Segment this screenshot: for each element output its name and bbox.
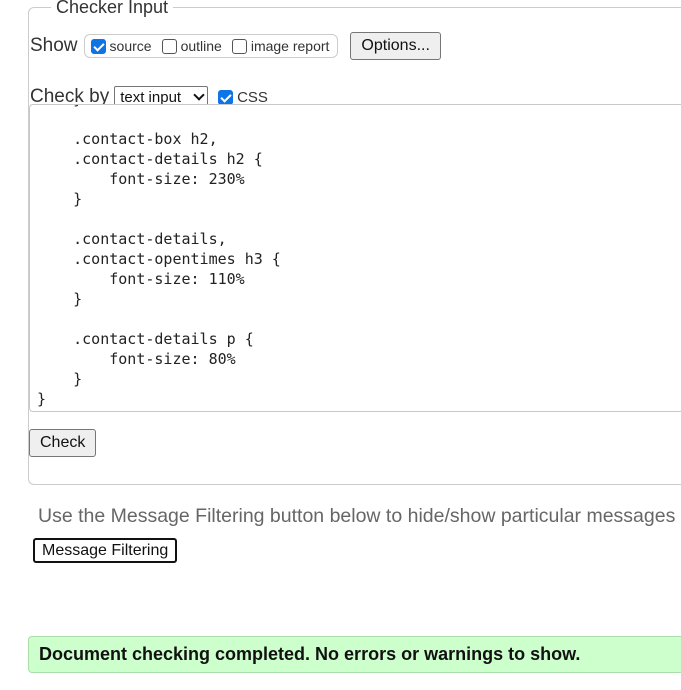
show-image-report-option[interactable]: image report — [231, 38, 330, 54]
image-report-checkbox[interactable] — [231, 38, 247, 54]
source-textarea[interactable]: } .contact-box h2, .contact-details h2 {… — [29, 104, 681, 412]
checker-input-legend: Checker Input — [51, 0, 174, 17]
chevron-down-icon — [193, 89, 205, 101]
css-checkbox[interactable] — [218, 89, 234, 105]
check-by-selected-value: text input — [120, 88, 182, 106]
check-button[interactable]: Check — [29, 429, 97, 457]
show-outline-option[interactable]: outline — [161, 38, 222, 54]
show-source-option[interactable]: source — [90, 38, 152, 54]
result-success-message: Document checking completed. No errors o… — [28, 636, 681, 673]
image-report-label: image report — [250, 38, 330, 54]
source-label: source — [109, 38, 152, 54]
show-label: Show — [30, 35, 78, 56]
source-code-text: } .contact-box h2, .contact-details h2 {… — [37, 105, 281, 408]
options-button[interactable]: Options... — [350, 32, 441, 60]
message-filtering-hint: Use the Message Filtering button below t… — [38, 505, 676, 527]
show-options-row: Show source outline image report Options… — [30, 31, 441, 61]
outline-checkbox[interactable] — [161, 38, 177, 54]
message-filtering-button[interactable]: Message Filtering — [33, 538, 178, 563]
css-label: CSS — [237, 88, 268, 106]
source-checkbox[interactable] — [90, 38, 106, 54]
show-options-group: source outline image report — [83, 34, 339, 58]
outline-label: outline — [180, 38, 222, 54]
css-option[interactable]: CSS — [218, 89, 268, 106]
